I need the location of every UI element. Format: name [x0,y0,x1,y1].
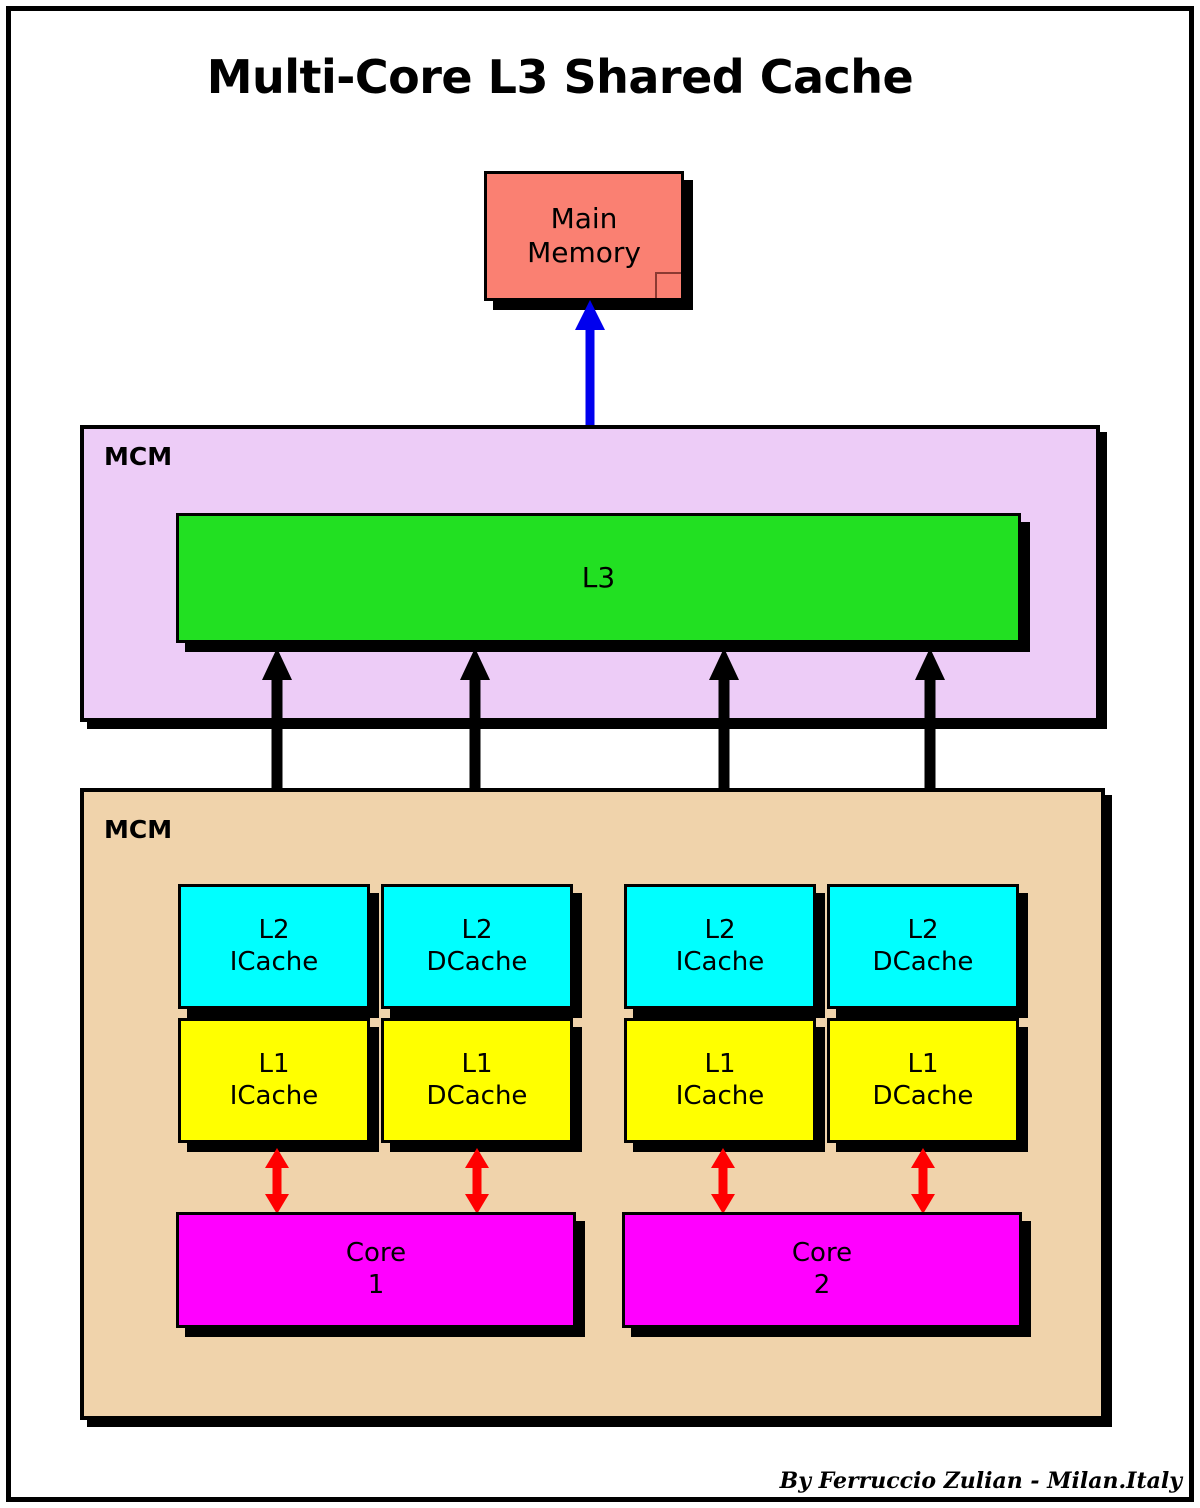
core-1-box: Core 1 [176,1212,576,1328]
l1-dcache-core2: L1 DCache [827,1018,1019,1143]
cache-level: L1 [907,1048,939,1079]
attribution-text: By Ferruccio Zulian - Milan.Italy [779,1468,1182,1494]
main-memory-box: Main Memory [484,171,684,301]
cache-level: L2 [704,914,736,945]
mcm-label-bottom: MCM [104,815,173,844]
core-line2: 2 [813,1270,831,1300]
cache-kind: ICache [229,946,319,977]
l1-icache-core1: L1 ICache [178,1018,370,1143]
core-line2: 1 [367,1270,385,1300]
cache-kind: ICache [675,1080,765,1111]
l2-icache-core1: L2 ICache [178,884,370,1009]
l2-dcache-core2: L2 DCache [827,884,1019,1009]
cache-level: L2 [258,914,290,945]
l1-to-core-arrow-1 [265,1148,289,1214]
cache-level: L2 [907,914,939,945]
l3-cache-box: L3 [176,513,1021,643]
cache-kind: DCache [426,946,528,977]
cache-kind: DCache [872,1080,974,1111]
core-line1: Core [345,1238,407,1269]
l2-dcache-core1: L2 DCache [381,884,573,1009]
l1-to-core-arrow-2 [465,1148,489,1214]
diagram-canvas: Multi-Core L3 Shared Cache Main Memory M… [0,0,1200,1508]
core-line1: Core [791,1238,853,1269]
l1-dcache-core1: L1 DCache [381,1018,573,1143]
cache-level: L1 [704,1048,736,1079]
page-title: Multi-Core L3 Shared Cache [206,50,914,104]
l1-icache-core2: L1 ICache [624,1018,816,1143]
l1-to-core-arrow-3 [711,1148,735,1214]
main-memory-line2: Memory [527,236,641,269]
core-2-box: Core 2 [622,1212,1022,1328]
cache-level: L1 [461,1048,493,1079]
l2-icache-core2: L2 ICache [624,884,816,1009]
cache-kind: DCache [426,1080,528,1111]
cache-kind: ICache [229,1080,319,1111]
cache-kind: ICache [675,946,765,977]
cache-level: L2 [461,914,493,945]
corner-notch-icon [655,272,681,298]
main-memory-line1: Main [550,201,618,235]
cache-level: L1 [258,1048,290,1079]
l1-to-core-arrow-4 [911,1148,935,1214]
cache-kind: DCache [872,946,974,977]
l3-label: L3 [581,560,616,594]
mcm-label-top: MCM [104,442,173,471]
